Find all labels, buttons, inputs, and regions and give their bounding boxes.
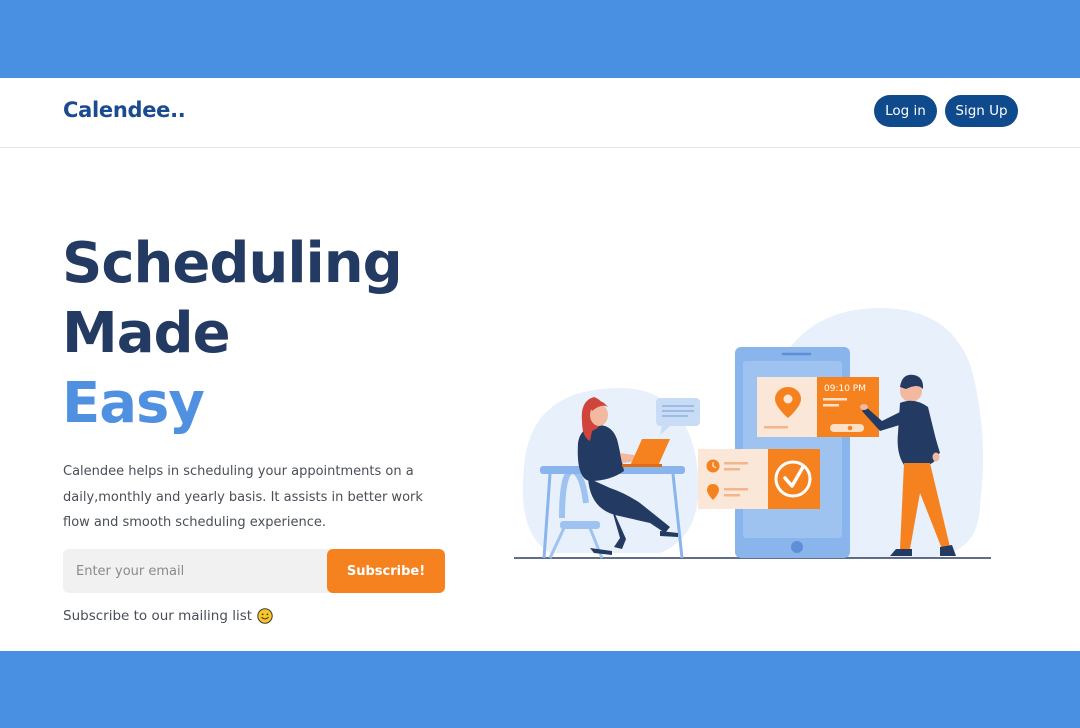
navbar: Calendee.. Log in Sign Up [0, 78, 1080, 148]
hero-title-line-3: Easy [62, 371, 205, 436]
scheduling-illustration: 09:10 PM [514, 308, 991, 559]
page-content: Calendee.. Log in Sign Up Scheduling Mad… [0, 78, 1080, 651]
logo[interactable]: Calendee.. [63, 98, 186, 122]
mailing-list-note: Subscribe to our mailing list [63, 608, 273, 624]
hero-title-line-2: Made [62, 301, 231, 366]
email-input[interactable] [63, 549, 331, 593]
details-card [698, 449, 770, 509]
signup-button[interactable]: Sign Up [945, 95, 1018, 127]
smiley-icon [257, 608, 273, 624]
phone-home-button [791, 541, 803, 553]
hero-title-line-1: Scheduling [62, 231, 403, 296]
subscribe-button[interactable]: Subscribe! [327, 549, 445, 593]
login-button[interactable]: Log in [874, 95, 937, 127]
mailing-list-text: Subscribe to our mailing list [63, 608, 253, 624]
subscribe-form: Subscribe! [63, 549, 445, 593]
time-label: 09:10 PM [824, 384, 866, 394]
hero-description: Calendee helps in scheduling your appoin… [63, 464, 423, 530]
